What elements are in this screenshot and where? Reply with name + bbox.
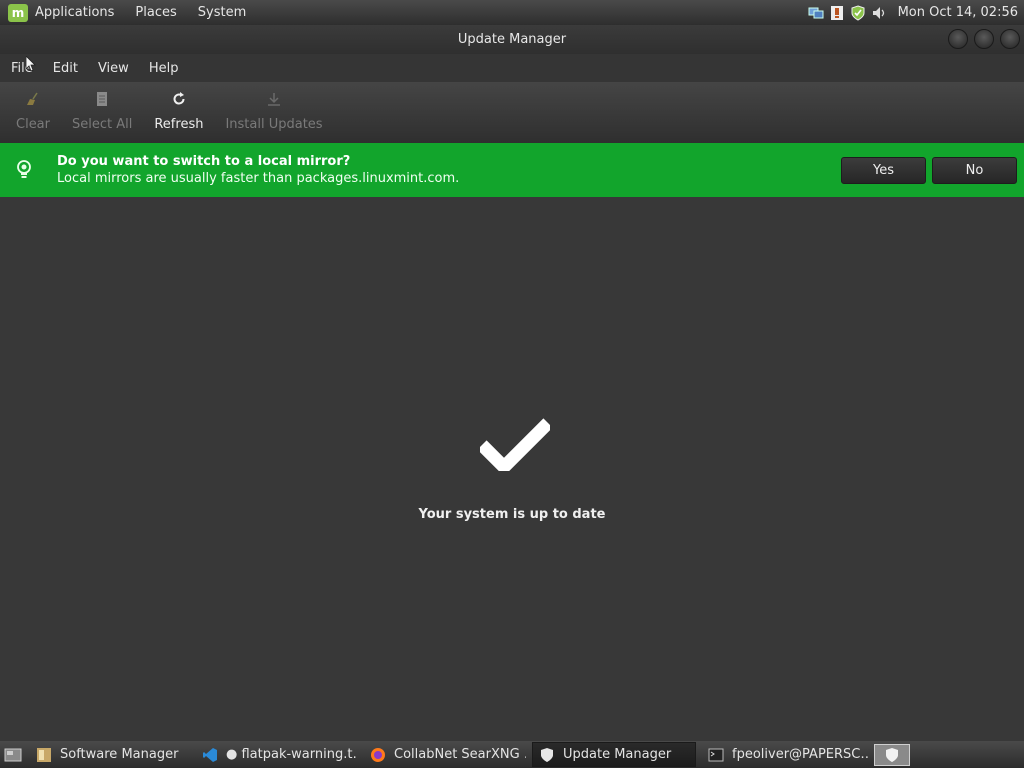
window-titlebar[interactable]: Update Manager (0, 25, 1024, 54)
menubar: File Edit View Help (0, 54, 1024, 82)
system-tray: Mon Oct 14, 02:56 (808, 4, 1018, 21)
infobar-buttons: Yes No (841, 156, 1017, 184)
task-software-manager[interactable]: Software Manager (30, 742, 190, 767)
infobar-message: Do you want to switch to a local mirror?… (57, 154, 459, 186)
menu-file[interactable]: File (0, 61, 43, 76)
infobar-subtitle: Local mirrors are usually faster than pa… (57, 171, 460, 186)
select-all-label: Select All (72, 117, 133, 132)
vscode-icon (202, 747, 218, 763)
task-label: Software Manager (60, 747, 179, 762)
download-icon (265, 90, 283, 108)
update-shield-icon[interactable] (850, 4, 866, 21)
shield-icon (886, 747, 898, 762)
menu-view[interactable]: View (88, 61, 139, 76)
taskbar: Software Manager ● flatpak-warning.t… Co… (0, 741, 1024, 768)
broom-icon (24, 90, 42, 108)
task-label: ● flatpak-warning.t… (226, 747, 358, 762)
show-desktop-icon[interactable] (2, 745, 24, 765)
install-updates-label: Install Updates (225, 117, 323, 132)
clear-button[interactable]: Clear (8, 82, 58, 132)
document-icon (93, 90, 111, 108)
shield-icon (539, 747, 555, 763)
menu-help[interactable]: Help (139, 61, 189, 76)
software-manager-icon (36, 747, 52, 763)
clock[interactable]: Mon Oct 14, 02:56 (898, 5, 1018, 20)
window-controls (948, 29, 1020, 49)
no-button[interactable]: No (932, 156, 1017, 184)
top-panel: m Applications Places System Mon Oct 14,… (0, 0, 1024, 25)
task-label: fpeoliver@PAPERSC… (732, 747, 870, 762)
network-icon[interactable] (808, 5, 824, 21)
toolbar: Clear Select All Refresh Install Updates (0, 82, 1024, 143)
refresh-label: Refresh (154, 117, 204, 132)
notification-icon[interactable] (829, 5, 845, 21)
panel-menu-places[interactable]: Places (128, 5, 183, 20)
panel-menu-applications[interactable]: Applications (28, 5, 121, 20)
taskbar-shield-button[interactable] (874, 743, 910, 766)
clear-label: Clear (16, 117, 50, 132)
up-to-date-status: Your system is up to date (418, 507, 606, 522)
select-all-button[interactable]: Select All (64, 82, 140, 132)
mouse-cursor-icon (26, 56, 36, 72)
minimize-button[interactable] (948, 29, 968, 49)
checkmark-icon (480, 418, 550, 471)
infobar-title: Do you want to switch to a local mirror? (57, 154, 351, 169)
task-firefox[interactable]: CollabNet SearXNG … (364, 742, 526, 767)
task-vscode[interactable]: ● flatpak-warning.t… (196, 742, 358, 767)
terminal-icon (708, 747, 724, 763)
close-button[interactable] (1000, 29, 1020, 49)
task-terminal[interactable]: fpeoliver@PAPERSC… (702, 742, 870, 767)
task-label: CollabNet SearXNG … (394, 747, 526, 762)
menu-edit[interactable]: Edit (43, 61, 88, 76)
linux-mint-logo-icon[interactable]: m (8, 3, 28, 22)
maximize-button[interactable] (974, 29, 994, 49)
install-updates-button[interactable]: Install Updates (217, 82, 330, 132)
task-update-manager[interactable]: Update Manager (532, 742, 696, 767)
window-title: Update Manager (457, 32, 567, 47)
lightbulb-icon (15, 159, 33, 181)
mirror-infobar: Do you want to switch to a local mirror?… (0, 143, 1024, 197)
firefox-icon (370, 747, 386, 763)
task-label: Update Manager (563, 747, 672, 762)
panel-menu-system[interactable]: System (191, 5, 253, 20)
volume-icon[interactable] (871, 5, 887, 21)
yes-button[interactable]: Yes (841, 156, 926, 184)
refresh-button[interactable]: Refresh (146, 82, 211, 132)
main-content: Your system is up to date (0, 197, 1024, 741)
refresh-icon (170, 90, 188, 108)
